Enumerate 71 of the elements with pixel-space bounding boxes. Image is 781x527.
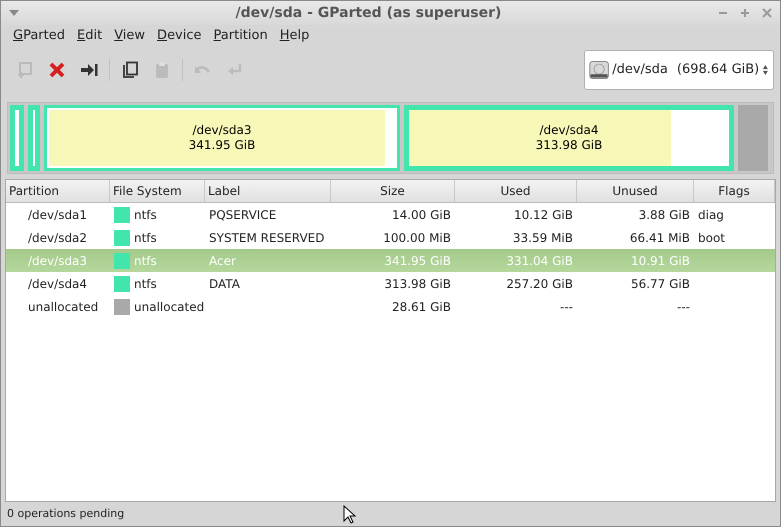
partition-name: /dev/sda4 [539, 123, 599, 138]
partition-block[interactable]: /dev/sda4 313.98 GiB [404, 105, 734, 171]
column-header[interactable]: Used [455, 180, 577, 202]
arrow-to-bar-icon [80, 61, 98, 79]
table-cell-text: boot [698, 230, 726, 246]
table-cell-text: PQSERVICE [209, 206, 276, 224]
menu-item[interactable]: Edit [71, 26, 108, 46]
column-header[interactable]: Size [331, 180, 455, 202]
table-cell-text: 66.41 MiB [630, 230, 690, 246]
menu-item[interactable]: Device [151, 26, 208, 46]
spinner-arrows-icon [762, 63, 769, 77]
table-row[interactable]: /dev/sda4 ntfs DATA 313.98 GiB 257.20 GiB 56.77 GiB [6, 272, 775, 295]
table-cell-text: 28.61 GiB [392, 298, 451, 316]
table-cell-text: 14.00 GiB [392, 206, 451, 224]
column-header[interactable]: File System [110, 180, 205, 202]
column-header[interactable]: Unused [577, 180, 694, 202]
device-name: /dev/sda [612, 61, 668, 80]
table-cell-text: --- [560, 298, 573, 316]
device-size: (698.64 GiB) [676, 61, 760, 80]
partition-size: 313.98 GiB [536, 138, 602, 153]
column-header[interactable]: Partition [6, 180, 110, 202]
table-cell-text: 3.88 GiB [638, 206, 690, 224]
table-cell-text: 257.20 GiB [506, 276, 573, 292]
table-cell-text: /dev/sda1 [28, 206, 88, 224]
delete-icon [48, 61, 66, 79]
paste-icon [153, 61, 171, 79]
table-cell-text: diag [698, 206, 724, 224]
column-header[interactable]: Label [205, 180, 331, 202]
partition-size: 341.95 GiB [188, 138, 256, 153]
table-cell-text: 331.04 GiB [506, 252, 573, 270]
table-cell-text: --- [677, 298, 690, 316]
column-header[interactable]: Flags [694, 180, 775, 202]
table-cell-text: /dev/sda3 [28, 252, 88, 270]
table-cell-text: 100.00 MiB [383, 230, 451, 246]
table-row[interactable]: unallocated unallocated 28.61 GiB --- --- [6, 295, 775, 318]
table-cell-text: unallocated [134, 298, 204, 316]
table-cell-text: Acer [209, 252, 236, 270]
table-cell-text: ntfs [134, 230, 157, 246]
table-cell-text: 33.59 MiB [512, 230, 573, 246]
table-cell-text: /dev/sda2 [28, 230, 88, 246]
mouse-pointer-icon [343, 505, 357, 524]
menu-item[interactable]: Help [274, 26, 316, 46]
table-row[interactable]: /dev/sda2 ntfs SYSTEM RESERVED 100.00 MiB 33.59 MiB 66.41 MiB boot [6, 226, 775, 249]
table-cell-text: SYSTEM RESERVED [209, 230, 324, 246]
table-cell-text: DATA [209, 276, 240, 292]
status-text: 0 operations pending [7, 506, 124, 522]
table-cell-text: 313.98 GiB [384, 276, 451, 292]
window-title: /dev/sda - GParted (as superuser) [234, 4, 502, 22]
maximize-icon[interactable] [740, 8, 750, 18]
table-cell-text: 10.91 GiB [630, 252, 690, 270]
table-cell-text: 341.95 GiB [384, 252, 451, 270]
table-cell-text: ntfs [134, 276, 157, 292]
menu-item[interactable]: View [108, 26, 152, 46]
partition-name: /dev/sda3 [192, 123, 252, 138]
table-cell-text: 56.77 GiB [630, 276, 690, 292]
partition-block[interactable] [10, 105, 24, 171]
close-icon[interactable] [762, 8, 772, 18]
partition-block[interactable]: /dev/sda3 341.95 GiB [44, 105, 400, 171]
table-cell-text: ntfs [134, 206, 157, 224]
table-cell-text: unallocated [28, 298, 98, 316]
table-cell-text: 10.12 GiB [514, 206, 573, 224]
table-cell-text: /dev/sda4 [28, 276, 88, 292]
partition-block[interactable] [28, 105, 40, 171]
copy-icon [121, 61, 139, 79]
menu-item[interactable]: GParted [7, 26, 71, 46]
new-partition-icon [16, 61, 34, 79]
menu-item[interactable]: Partition [208, 26, 274, 46]
window-menu-icon[interactable] [9, 10, 19, 16]
table-row[interactable]: /dev/sda1 ntfs PQSERVICE 14.00 GiB 10.12 GiB 3.88 GiB diag [6, 203, 775, 226]
table-cell-text: ntfs [134, 252, 157, 270]
device-selector[interactable]: /dev/sda (698.64 GiB) [584, 50, 774, 90]
